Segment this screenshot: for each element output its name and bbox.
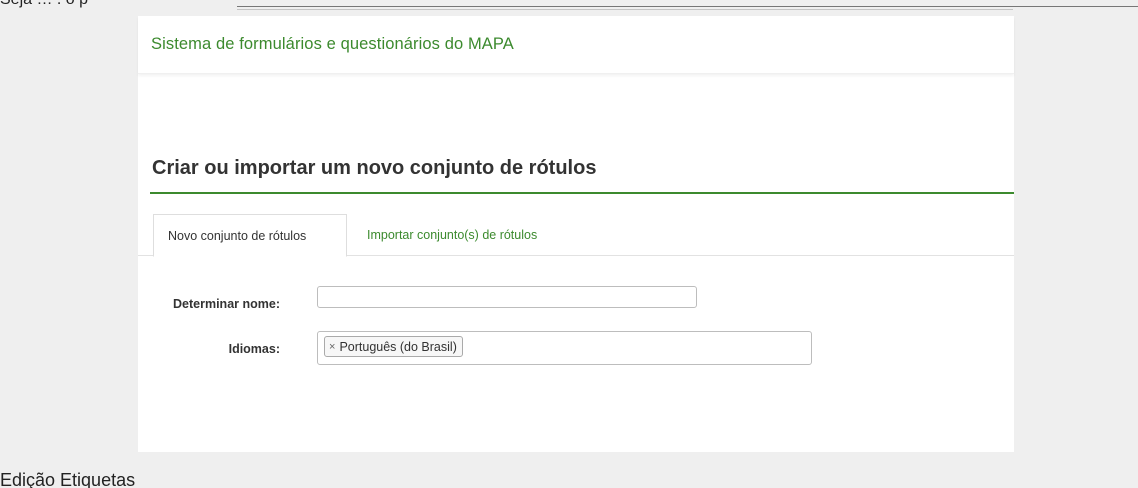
site-header: Sistema de formulários e questionários d… xyxy=(138,16,1014,74)
tab-new-label-set[interactable]: Novo conjunto de rótulos xyxy=(153,214,347,257)
document-top-fragment: Seja … . o p xyxy=(0,0,88,11)
section-title: Criar ou importar um novo conjunto de ró… xyxy=(152,157,597,179)
site-title-link[interactable]: Sistema de formulários e questionários d… xyxy=(151,35,514,54)
document-rule-secondary xyxy=(237,9,1013,10)
languages-label: Idiomas: xyxy=(228,342,280,356)
screenshot-panel: Sistema de formulários e questionários d… xyxy=(138,16,1014,452)
name-label: Determinar nome: xyxy=(173,297,280,311)
language-chip: × Português (do Brasil) xyxy=(324,336,463,357)
section-divider xyxy=(150,192,1014,194)
document-caption: Edição Etiquetas xyxy=(0,470,136,488)
document-rule xyxy=(237,6,1138,7)
remove-language-icon[interactable]: × xyxy=(329,341,335,353)
language-chip-label: Português (do Brasil) xyxy=(339,339,457,354)
name-input[interactable] xyxy=(317,286,697,308)
tab-bar: Novo conjunto de rótulos Importar conjun… xyxy=(138,214,1014,257)
languages-select[interactable]: × Português (do Brasil) xyxy=(317,331,812,365)
tab-import-label-sets[interactable]: Importar conjunto(s) de rótulos xyxy=(353,214,551,256)
